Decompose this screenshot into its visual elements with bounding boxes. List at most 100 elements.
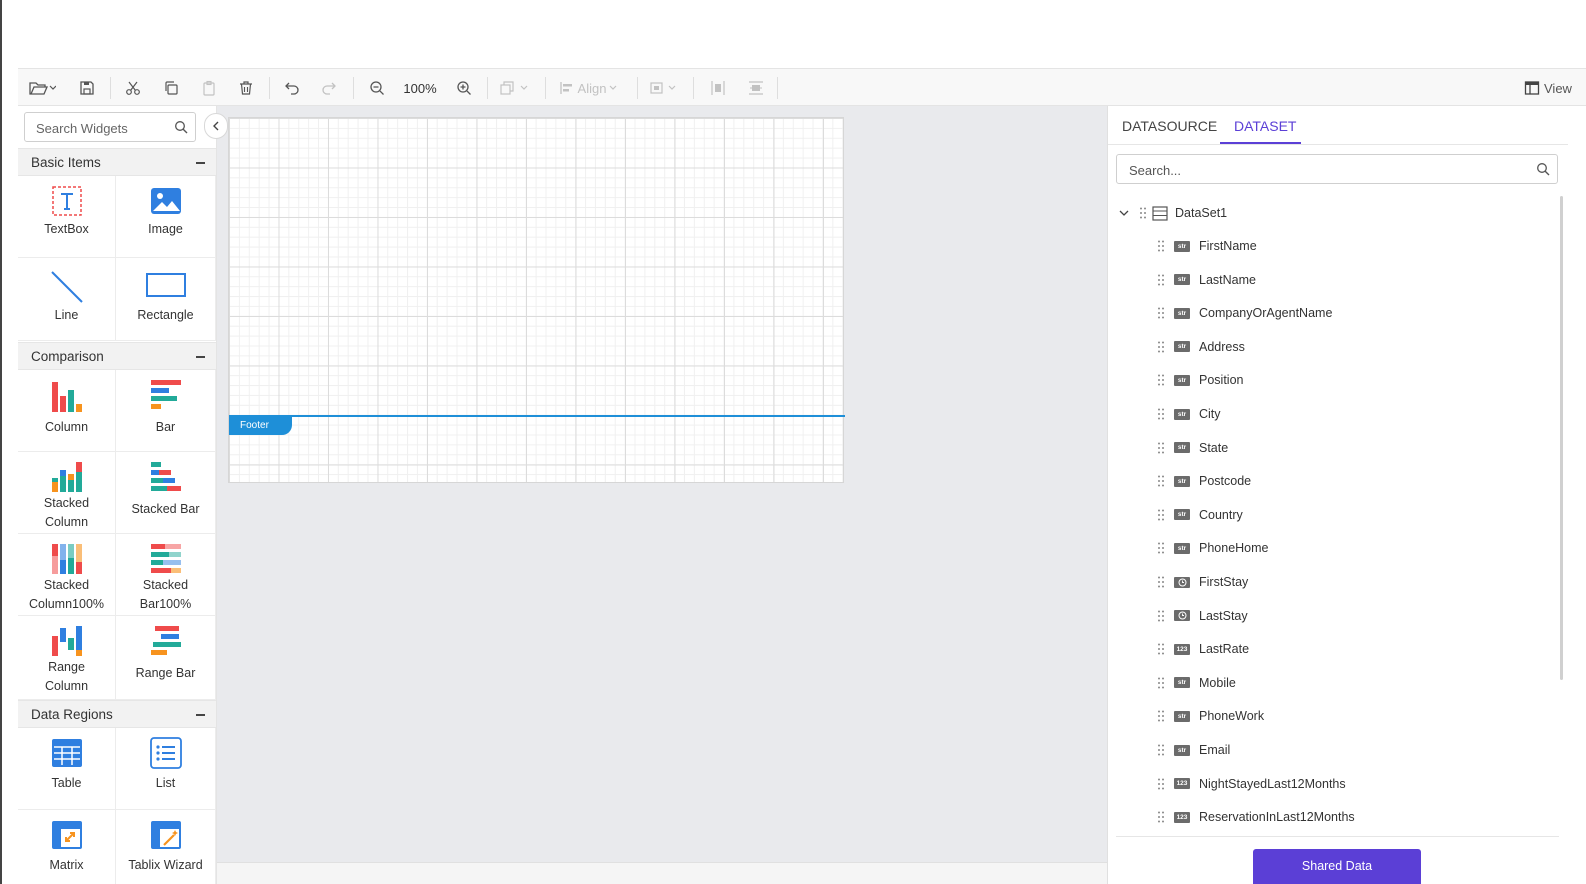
widget-stacked-bar-100[interactable]: Stacked Bar100% xyxy=(116,534,216,616)
category-comparison[interactable]: Comparison xyxy=(18,342,216,370)
field-item[interactable]: LastStay xyxy=(1158,607,1248,625)
field-item[interactable]: str FirstName xyxy=(1158,237,1257,255)
widget-list[interactable]: List xyxy=(116,728,216,810)
drag-handle-icon[interactable] xyxy=(1158,341,1164,353)
drag-handle-icon[interactable] xyxy=(1158,610,1164,622)
report-design-surface[interactable]: Footer xyxy=(228,117,845,483)
footer-tag[interactable]: Footer xyxy=(229,417,292,435)
drag-handle-icon[interactable] xyxy=(1158,744,1164,756)
string-type-icon: str xyxy=(1174,341,1190,353)
view-menu-button[interactable]: View xyxy=(1524,69,1586,107)
field-item[interactable]: str Email xyxy=(1158,741,1230,759)
zoom-out-button[interactable] xyxy=(366,69,388,107)
undo-button[interactable] xyxy=(281,69,303,107)
widget-stacked-column[interactable]: Stacked Column xyxy=(18,452,116,534)
widget-table[interactable]: Table xyxy=(18,728,116,810)
collapse-minus-icon[interactable] xyxy=(196,162,205,164)
widget-image[interactable]: Image xyxy=(116,176,216,258)
drag-handle-icon[interactable] xyxy=(1158,307,1164,319)
open-menu-button[interactable] xyxy=(24,69,60,107)
widget-stacked-column-100[interactable]: Stacked Column100% xyxy=(18,534,116,616)
widget-range-column[interactable]: Range Column xyxy=(18,616,116,700)
string-type-icon: str xyxy=(1174,542,1190,554)
dataset-search-box[interactable] xyxy=(1116,154,1558,185)
clipboard-icon xyxy=(203,80,215,96)
drag-handle-icon[interactable] xyxy=(1158,542,1164,554)
drag-handle-icon[interactable] xyxy=(1158,442,1164,454)
drag-handle-icon[interactable] xyxy=(1140,207,1146,219)
field-item[interactable]: 123 NightStayedLast12Months xyxy=(1158,775,1346,793)
widget-line[interactable]: Line xyxy=(18,258,116,341)
widget-stacked-bar[interactable]: Stacked Bar xyxy=(116,452,216,534)
drag-handle-icon[interactable] xyxy=(1158,778,1164,790)
field-item[interactable]: str PhoneHome xyxy=(1158,539,1269,557)
collapse-minus-icon[interactable] xyxy=(196,356,205,358)
widget-bar[interactable]: Bar xyxy=(116,370,216,452)
paste-button[interactable] xyxy=(198,69,220,107)
drag-handle-icon[interactable] xyxy=(1158,240,1164,252)
copy-icon xyxy=(165,81,178,95)
field-name: Mobile xyxy=(1199,675,1236,690)
shared-data-button[interactable]: Shared Data xyxy=(1253,849,1421,884)
widget-tablix-wizard[interactable]: Tablix Wizard xyxy=(116,810,216,884)
widget-rectangle[interactable]: Rectangle xyxy=(116,258,216,341)
design-canvas-area[interactable]: Footer xyxy=(217,106,1107,862)
distribute-vertical-button[interactable] xyxy=(745,69,767,107)
dataset-search-input[interactable] xyxy=(1117,155,1531,185)
chevron-down-icon[interactable] xyxy=(1118,207,1130,219)
widget-textbox[interactable]: TextBox xyxy=(18,176,116,258)
field-item[interactable]: str City xyxy=(1158,405,1221,423)
zoom-in-button[interactable] xyxy=(453,69,475,107)
drag-handle-icon[interactable] xyxy=(1158,677,1164,689)
copy-button[interactable] xyxy=(160,69,182,107)
footer-divider[interactable] xyxy=(229,415,845,417)
size-menu-button[interactable] xyxy=(646,69,682,107)
search-icon[interactable] xyxy=(1536,162,1550,176)
drag-handle-icon[interactable] xyxy=(1158,274,1164,286)
cut-button[interactable] xyxy=(122,69,144,107)
distribute-horizontal-button[interactable] xyxy=(707,69,729,107)
bar-chart-icon xyxy=(150,380,181,409)
field-item[interactable]: str Country xyxy=(1158,506,1243,524)
tab-datasource[interactable]: DATASOURCE xyxy=(1122,106,1217,144)
arrange-menu-button[interactable] xyxy=(496,69,532,107)
collapse-minus-icon[interactable] xyxy=(196,714,205,716)
field-item[interactable]: 123 LastRate xyxy=(1158,640,1249,658)
widget-search-input[interactable] xyxy=(25,113,178,143)
drag-handle-icon[interactable] xyxy=(1158,509,1164,521)
widget-matrix[interactable]: Matrix xyxy=(18,810,116,884)
zoom-level[interactable]: 100% xyxy=(398,69,442,107)
field-item[interactable]: str Address xyxy=(1158,338,1245,356)
field-item[interactable]: str CompanyOrAgentName xyxy=(1158,304,1332,322)
save-button[interactable] xyxy=(76,69,98,107)
category-data-regions[interactable]: Data Regions xyxy=(18,700,216,728)
drag-handle-icon[interactable] xyxy=(1158,811,1164,823)
field-item[interactable]: str Postcode xyxy=(1158,472,1251,490)
collapse-panel-button[interactable] xyxy=(204,113,228,139)
field-list-scrollbar[interactable] xyxy=(1560,196,1563,680)
field-item[interactable]: str PhoneWork xyxy=(1158,707,1264,725)
redo-button[interactable] xyxy=(318,69,340,107)
widget-column[interactable]: Column xyxy=(18,370,116,452)
widget-label: Rectangle xyxy=(137,308,194,322)
dataset-node[interactable]: DataSet1 xyxy=(1118,204,1227,222)
category-basic-items[interactable]: Basic Items xyxy=(18,148,216,176)
field-item[interactable]: str Position xyxy=(1158,371,1243,389)
field-item[interactable]: FirstStay xyxy=(1158,573,1248,591)
drag-handle-icon[interactable] xyxy=(1158,374,1164,386)
field-item[interactable]: str State xyxy=(1158,439,1228,457)
tab-dataset[interactable]: DATASET xyxy=(1234,106,1297,144)
align-menu-button[interactable]: Align xyxy=(555,69,625,107)
field-item[interactable]: 123 ReservationInLast12Months xyxy=(1158,808,1355,826)
widget-range-bar[interactable]: Range Bar xyxy=(116,616,216,700)
drag-handle-icon[interactable] xyxy=(1158,643,1164,655)
field-item[interactable]: str LastName xyxy=(1158,271,1256,289)
drag-handle-icon[interactable] xyxy=(1158,475,1164,487)
widget-search-box[interactable] xyxy=(24,112,196,143)
drag-handle-icon[interactable] xyxy=(1158,710,1164,722)
drag-handle-icon[interactable] xyxy=(1158,408,1164,420)
field-item[interactable]: str Mobile xyxy=(1158,674,1236,692)
search-icon[interactable] xyxy=(174,120,188,134)
drag-handle-icon[interactable] xyxy=(1158,576,1164,588)
delete-button[interactable] xyxy=(235,69,257,107)
